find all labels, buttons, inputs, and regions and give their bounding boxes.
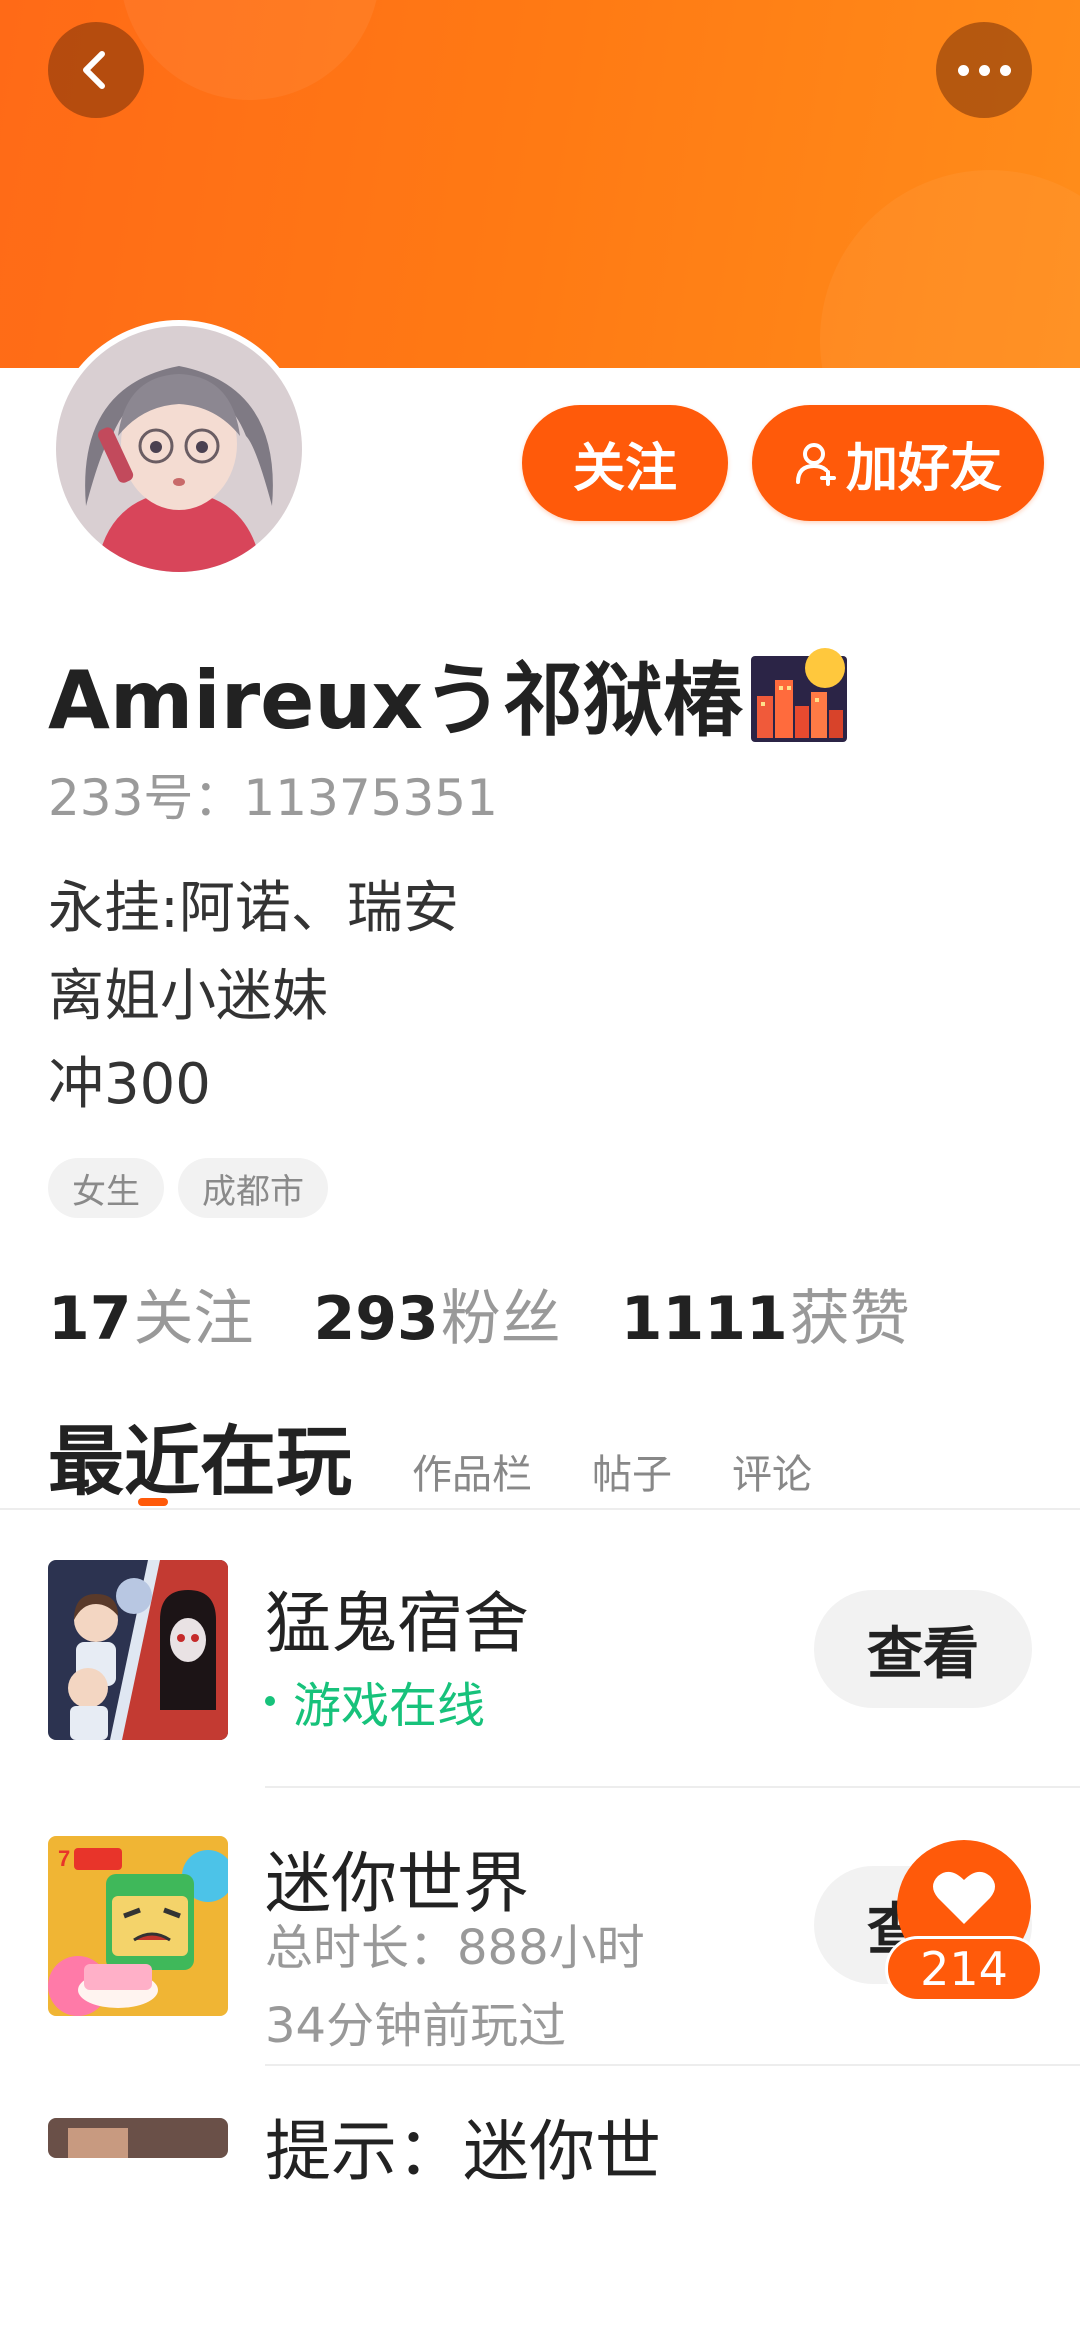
follow-button[interactable]: 关注	[522, 405, 728, 521]
list-item[interactable]: 猛鬼宿舍 游戏在线 查看	[0, 1540, 1080, 1800]
game-last-played: 34分钟前玩过	[265, 1998, 567, 2054]
game-title: 提示：迷你世	[265, 2113, 661, 2190]
profile-name-text: Amireuxう祁狱椿	[48, 654, 743, 747]
profile-tabs: 最近在玩 作品栏 帖子 评论	[48, 1400, 812, 1510]
fans-count: 293	[313, 1284, 439, 1354]
fans-label: 粉丝	[440, 1284, 561, 1354]
add-friend-button[interactable]: 加好友	[752, 405, 1044, 521]
more-button[interactable]	[936, 22, 1032, 118]
add-friend-button-label: 加好友	[845, 438, 1002, 499]
tab-comments[interactable]: 评论	[732, 1442, 812, 1500]
view-button[interactable]: 查看	[814, 1590, 1032, 1708]
gender-tag: 女生	[48, 1158, 164, 1218]
bio-line: 永挂:阿诺、瑞安	[48, 876, 459, 941]
likes-count: 1111	[620, 1284, 788, 1354]
tab-posts[interactable]: 帖子	[592, 1442, 672, 1500]
follow-button-label: 关注	[572, 438, 677, 499]
location-tag: 成都市	[178, 1158, 328, 1218]
user-id: 233号：11375351	[48, 769, 498, 827]
fans-stat[interactable]: 293 粉丝	[314, 1270, 561, 1357]
profile-name: Amireuxう祁狱椿	[48, 636, 847, 752]
likes-label: 获赞	[789, 1284, 910, 1354]
avatar-image	[56, 326, 302, 572]
banner-decoration	[120, 0, 380, 100]
divider	[0, 1508, 1080, 1510]
heart-icon	[933, 1871, 995, 1924]
bio: 永挂:阿诺、瑞安 离姐小迷妹 冲300	[48, 865, 459, 1129]
back-button[interactable]	[48, 22, 144, 118]
svg-text:7: 7	[58, 1846, 70, 1871]
like-button[interactable]: 214	[885, 1840, 1043, 2010]
more-dots-icon	[957, 64, 1011, 76]
add-user-icon	[795, 443, 836, 486]
game-title: 猛鬼宿舍	[265, 1585, 529, 1662]
stats-row: 17 关注 293 粉丝 1111 获赞	[48, 1270, 970, 1357]
list-item[interactable]: 提示：迷你世	[0, 2078, 1080, 2338]
game-status-text: 游戏在线	[293, 1678, 486, 1734]
following-label: 关注	[133, 1284, 254, 1354]
divider	[265, 2064, 1080, 2066]
bio-line: 冲300	[48, 1052, 211, 1117]
game-icon	[48, 1560, 228, 1740]
tab-recently-played[interactable]: 最近在玩	[48, 1400, 352, 1510]
game-cover-image: 7	[48, 1836, 228, 2016]
bio-line: 离姐小迷妹	[48, 964, 328, 1029]
active-tab-indicator	[138, 1498, 168, 1506]
profile-tags: 女生 成都市	[48, 1158, 328, 1218]
city-sunset-icon	[750, 648, 847, 742]
banner-decoration	[820, 170, 1080, 368]
game-icon: 7	[48, 1836, 228, 2016]
following-stat[interactable]: 17 关注	[48, 1270, 254, 1357]
profile-banner	[0, 0, 1080, 368]
likes-stat: 1111 获赞	[621, 1270, 910, 1357]
game-playtime: 总时长：888小时	[265, 1920, 645, 1976]
online-dot-icon	[265, 1696, 275, 1706]
tab-works[interactable]: 作品栏	[412, 1442, 532, 1500]
game-cover-image	[48, 1560, 228, 1740]
divider	[265, 1786, 1080, 1788]
game-status: 游戏在线	[265, 1666, 485, 1736]
chevron-left-icon	[83, 51, 105, 89]
following-count: 17	[48, 1284, 132, 1354]
like-count: 214	[885, 1936, 1043, 2002]
game-cover-image	[48, 2118, 228, 2158]
game-icon	[48, 2118, 228, 2158]
avatar[interactable]	[50, 320, 308, 578]
